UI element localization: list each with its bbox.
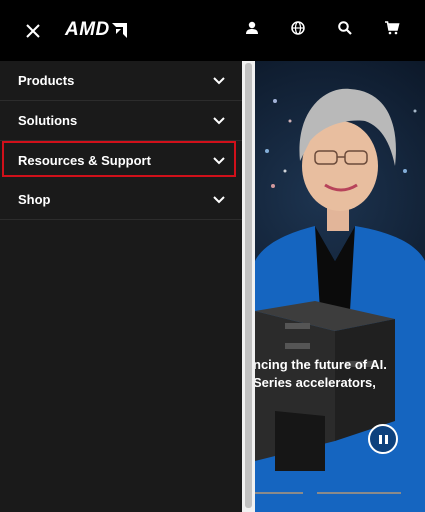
menu-item-label: Shop bbox=[18, 192, 51, 207]
amd-logo[interactable]: AMD bbox=[65, 19, 127, 41]
chevron-down-icon bbox=[213, 157, 225, 165]
menu-item-label: Solutions bbox=[18, 113, 78, 128]
logo-text: AMD bbox=[65, 19, 110, 40]
chevron-down-icon bbox=[213, 196, 225, 204]
menu-item-solutions[interactable]: Solutions bbox=[0, 101, 242, 141]
hero-image bbox=[255, 88, 425, 512]
top-header: AMD bbox=[0, 0, 425, 61]
menu-item-label: Products bbox=[18, 73, 75, 88]
nav-drawer: Products Solutions Resources & Support S… bbox=[0, 61, 242, 512]
chevron-down-icon bbox=[213, 117, 225, 125]
globe-icon[interactable] bbox=[290, 20, 308, 38]
carousel-progress-1[interactable] bbox=[255, 492, 303, 494]
menu-item-resources-support[interactable]: Resources & Support bbox=[2, 141, 236, 177]
pause-icon bbox=[379, 435, 382, 444]
hero-headline-line2: Series accelerators, bbox=[255, 375, 376, 390]
carousel-progress-2[interactable] bbox=[317, 492, 401, 494]
chevron-down-icon bbox=[213, 77, 225, 85]
amd-arrow-icon bbox=[111, 22, 127, 38]
hero-headline-line1: ncing the future of AI. bbox=[255, 357, 387, 372]
pause-button[interactable] bbox=[368, 424, 398, 454]
menu-item-products[interactable]: Products bbox=[0, 61, 242, 101]
user-icon[interactable] bbox=[244, 20, 262, 38]
hero-headline: ncing the future of AI. Series accelerat… bbox=[255, 356, 387, 392]
hero-banner: ncing the future of AI. Series accelerat… bbox=[255, 61, 425, 512]
drawer-scrollbar[interactable] bbox=[242, 61, 255, 512]
menu-item-label: Resources & Support bbox=[18, 153, 151, 168]
close-icon[interactable] bbox=[22, 20, 44, 42]
search-icon[interactable] bbox=[337, 20, 355, 38]
scrollbar-thumb[interactable] bbox=[245, 63, 252, 508]
cart-icon[interactable] bbox=[384, 20, 402, 38]
menu-item-shop[interactable]: Shop bbox=[0, 180, 242, 220]
